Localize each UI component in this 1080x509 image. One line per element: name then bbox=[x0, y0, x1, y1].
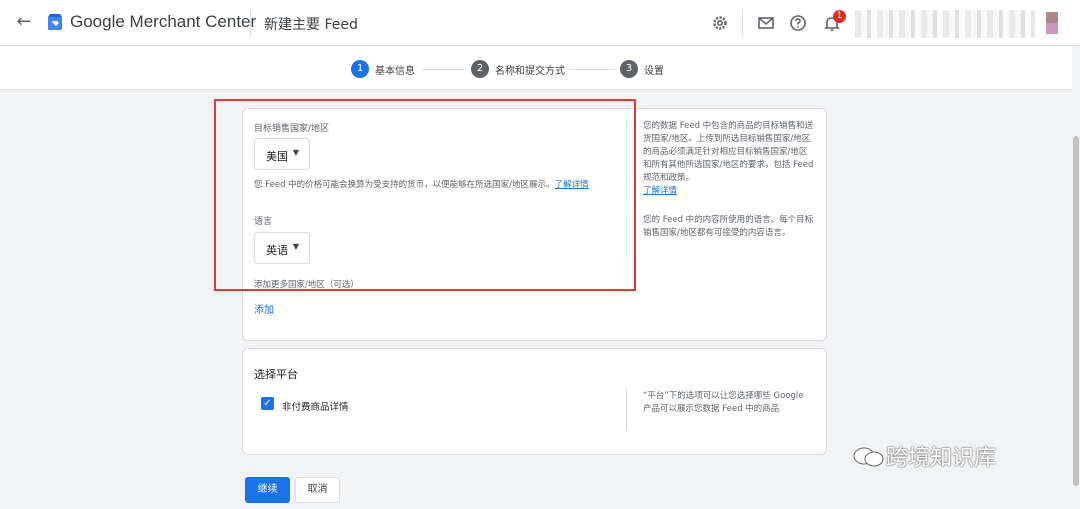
step-connector bbox=[422, 69, 464, 70]
step-2-number: 2 bbox=[471, 60, 489, 78]
learn-more-link[interactable]: 了解详情 bbox=[643, 186, 677, 196]
organic-listings-checkbox[interactable]: ✓ bbox=[261, 397, 274, 410]
avatar[interactable] bbox=[1046, 12, 1058, 34]
progress-stepper: 1 基本信息 2 名称和提交方式 3 设置 bbox=[0, 46, 1080, 90]
page-title: 新建主要 Feed bbox=[264, 17, 358, 33]
country-help-text: 您的数据 Feed 中包含的商品的目标销售和送货国家/地区。上传到所选目标销售国… bbox=[643, 121, 814, 196]
watermark: 跨境知识库 bbox=[852, 440, 996, 472]
top-app-bar: ← Google Merchant Center 新建主要 Feed 1 bbox=[0, 0, 1080, 46]
gear-icon[interactable] bbox=[710, 13, 730, 33]
step-connector bbox=[570, 69, 614, 70]
arrow-left-icon[interactable]: ← bbox=[14, 12, 34, 32]
merchant-center-logo-icon bbox=[48, 14, 62, 30]
cancel-button[interactable]: 取消 bbox=[295, 477, 340, 503]
account-info-blurred bbox=[855, 10, 1035, 38]
notification-badge: 1 bbox=[833, 10, 846, 23]
highlight-box bbox=[214, 99, 636, 291]
platform-title: 选择平台 bbox=[254, 368, 298, 381]
brand-name: Google Merchant Center bbox=[70, 12, 257, 31]
step-3-label: 设置 bbox=[644, 66, 664, 77]
add-country-link[interactable]: 添加 bbox=[254, 301, 274, 316]
divider bbox=[250, 10, 251, 36]
divider bbox=[742, 10, 743, 36]
language-help-text: 您的 Feed 中的内容所使用的语言。每个目标销售国家/地区都有可接受的内容语言… bbox=[643, 215, 814, 238]
platform-help-text: “平台”下的选项可以让您选择哪些 Google 产品可以展示您数据 Feed 中… bbox=[643, 391, 804, 414]
continue-button[interactable]: 继续 bbox=[245, 477, 290, 503]
divider bbox=[626, 389, 627, 431]
mail-icon[interactable] bbox=[756, 13, 776, 33]
wechat-icon bbox=[853, 447, 884, 467]
checkbox-label: 非付费商品详情 bbox=[282, 402, 349, 413]
step-1-number: 1 bbox=[351, 60, 369, 78]
help-icon[interactable] bbox=[788, 13, 808, 33]
scrollbar-thumb[interactable] bbox=[1073, 136, 1079, 486]
scrollbar[interactable] bbox=[1072, 46, 1080, 509]
step-3-number: 3 bbox=[620, 60, 638, 78]
step-1-label: 基本信息 bbox=[375, 66, 415, 77]
step-2-label: 名称和提交方式 bbox=[495, 66, 565, 77]
